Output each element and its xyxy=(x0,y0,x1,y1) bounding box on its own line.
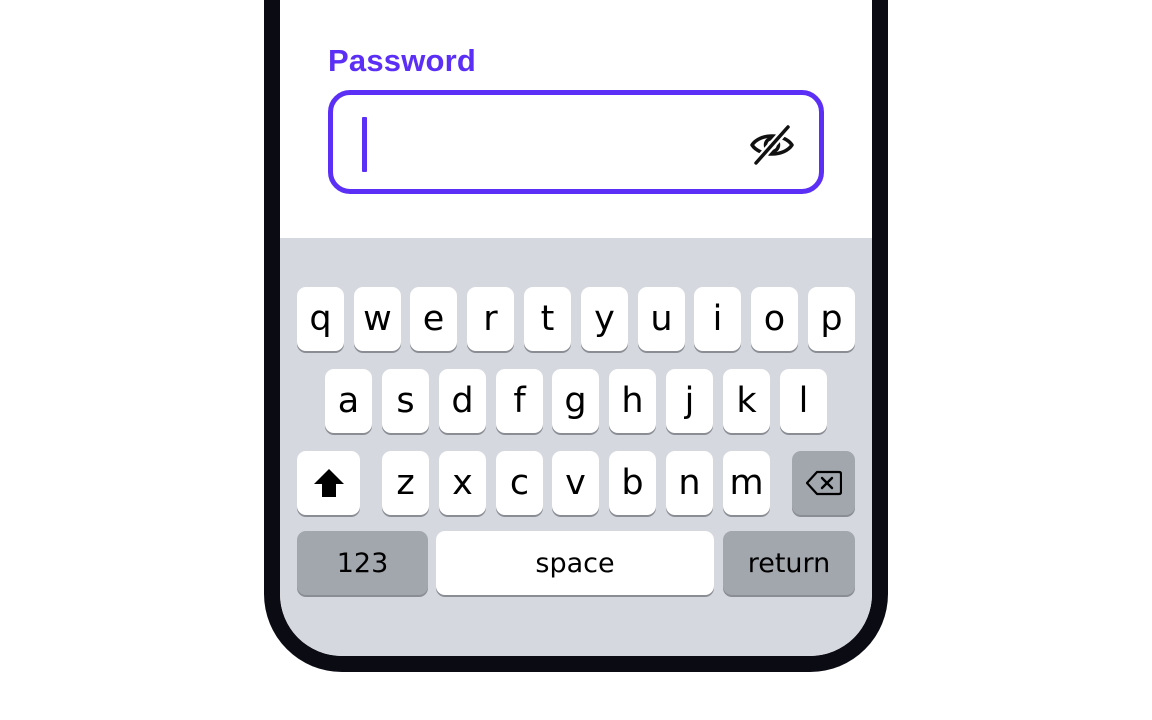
key-g[interactable]: g xyxy=(552,369,599,433)
key-o[interactable]: o xyxy=(751,287,798,351)
password-field[interactable] xyxy=(328,90,824,194)
key-c[interactable]: c xyxy=(496,451,543,515)
key-w[interactable]: w xyxy=(354,287,401,351)
key-i[interactable]: i xyxy=(694,287,741,351)
key-j[interactable]: j xyxy=(666,369,713,433)
password-label: Password xyxy=(328,43,477,78)
key-z[interactable]: z xyxy=(382,451,429,515)
key-p[interactable]: p xyxy=(808,287,855,351)
shift-key[interactable] xyxy=(297,451,360,515)
key-d[interactable]: d xyxy=(439,369,486,433)
key-h[interactable]: h xyxy=(609,369,656,433)
text-caret xyxy=(362,117,367,172)
key-b[interactable]: b xyxy=(609,451,656,515)
key-e[interactable]: e xyxy=(410,287,457,351)
key-y[interactable]: y xyxy=(581,287,628,351)
key-a[interactable]: a xyxy=(325,369,372,433)
eye-off-icon[interactable] xyxy=(749,123,795,167)
space-key[interactable]: space xyxy=(436,531,714,595)
key-u[interactable]: u xyxy=(638,287,685,351)
device-frame: Password q w e r t y u i o p a s d f g h… xyxy=(264,0,888,672)
key-r[interactable]: r xyxy=(467,287,514,351)
keyboard: q w e r t y u i o p a s d f g h j k l z … xyxy=(280,238,872,656)
numbers-key[interactable]: 123 xyxy=(297,531,428,595)
key-q[interactable]: q xyxy=(297,287,344,351)
key-s[interactable]: s xyxy=(382,369,429,433)
backspace-icon xyxy=(805,470,842,496)
key-k[interactable]: k xyxy=(723,369,770,433)
key-f[interactable]: f xyxy=(496,369,543,433)
key-l[interactable]: l xyxy=(780,369,827,433)
key-t[interactable]: t xyxy=(524,287,571,351)
key-m[interactable]: m xyxy=(723,451,770,515)
screen: Password q w e r t y u i o p a s d f g h… xyxy=(280,0,872,656)
key-n[interactable]: n xyxy=(666,451,713,515)
key-x[interactable]: x xyxy=(439,451,486,515)
return-key[interactable]: return xyxy=(723,531,855,595)
backspace-key[interactable] xyxy=(792,451,855,515)
key-v[interactable]: v xyxy=(552,451,599,515)
shift-icon xyxy=(313,469,344,497)
